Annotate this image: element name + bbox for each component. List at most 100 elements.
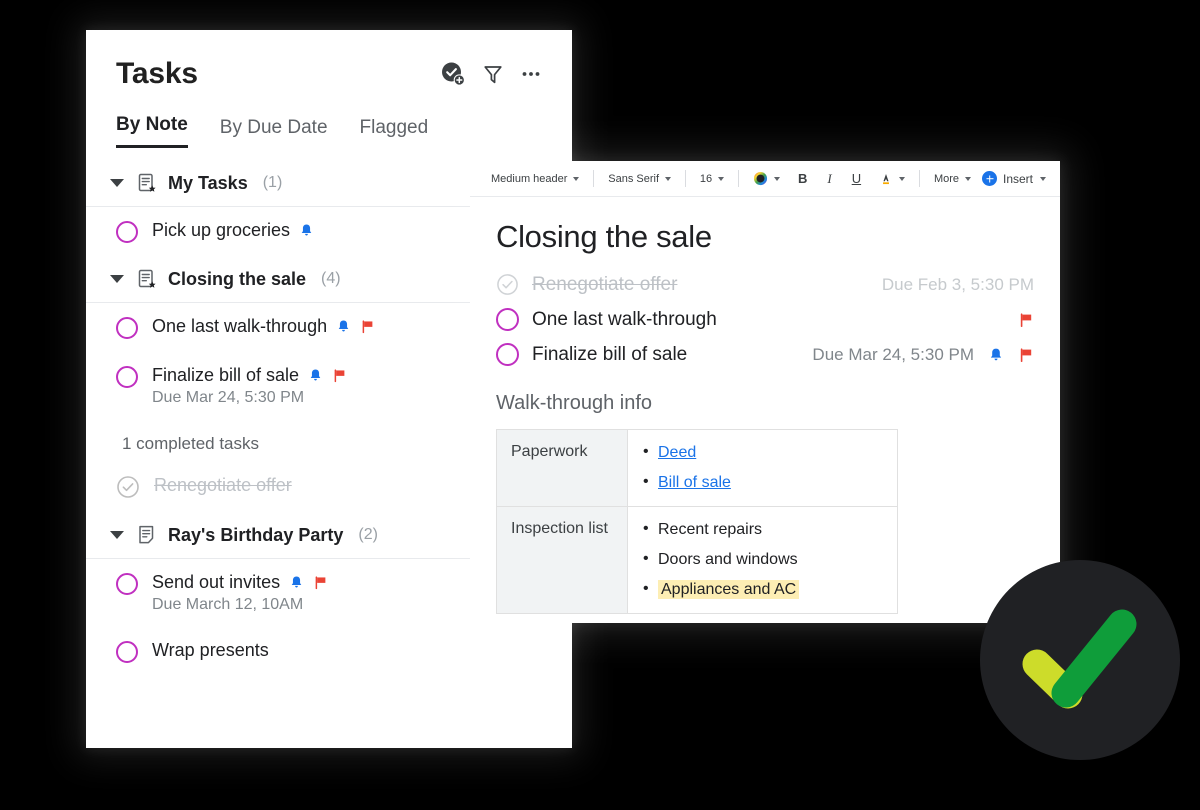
page-title: Tasks bbox=[116, 57, 198, 90]
task-title: Send out invites bbox=[152, 572, 281, 592]
task-due-date: Due March 12, 10AM bbox=[152, 596, 304, 613]
more-label: More bbox=[933, 172, 959, 185]
task-checkbox[interactable] bbox=[116, 221, 138, 243]
chevron-down-icon bbox=[899, 176, 906, 181]
note-task-title: Renegotiate offer bbox=[532, 273, 678, 295]
italic-button[interactable]: I bbox=[818, 169, 840, 188]
tab-by-due-date[interactable]: By Due Date bbox=[220, 117, 328, 148]
list-item: Bill of sale bbox=[642, 472, 883, 493]
flag-icon bbox=[334, 369, 345, 383]
tab-by-note[interactable]: By Note bbox=[116, 114, 188, 148]
task-checkbox-checked[interactable] bbox=[496, 273, 519, 296]
task-title: Wrap presents bbox=[152, 640, 269, 660]
table-row: Inspection list Recent repairs Doors and… bbox=[496, 506, 898, 614]
task-title: Renegotiate offer bbox=[154, 475, 292, 495]
task-row[interactable]: Wrap presents bbox=[86, 627, 572, 676]
filter-icon[interactable] bbox=[482, 63, 504, 85]
font-family-select[interactable]: Sans Serif bbox=[601, 169, 678, 189]
bold-button[interactable]: B bbox=[789, 169, 816, 188]
note-content: Closing the sale Renegotiate offer Due F… bbox=[470, 197, 1060, 614]
task-checkbox[interactable] bbox=[116, 317, 138, 339]
list-item: Deed bbox=[642, 442, 883, 463]
flag-icon bbox=[315, 576, 326, 590]
task-checkbox[interactable] bbox=[496, 308, 519, 331]
task-title-line: Renegotiate offer bbox=[154, 475, 292, 496]
reminder-bell-icon bbox=[990, 348, 1002, 360]
task-checkbox[interactable] bbox=[116, 641, 138, 663]
bullet-list: Deed Bill of sale bbox=[642, 442, 883, 493]
table-row-key: Inspection list bbox=[496, 506, 628, 614]
note-icon bbox=[139, 525, 154, 544]
task-checkbox-checked[interactable] bbox=[116, 475, 140, 499]
insert-label: Insert bbox=[1003, 171, 1034, 186]
task-group-name: Ray's Birthday Party bbox=[168, 524, 344, 545]
toolbar-separator bbox=[685, 170, 686, 187]
task-checkbox[interactable] bbox=[116, 573, 138, 595]
note-task-row[interactable]: Renegotiate offer Due Feb 3, 5:30 PM bbox=[496, 273, 1034, 296]
task-title-line: Send out invites bbox=[152, 572, 328, 593]
text-color-picker[interactable] bbox=[746, 167, 787, 190]
task-checkbox[interactable] bbox=[496, 343, 519, 366]
task-content: Wrap presents bbox=[152, 640, 269, 661]
task-content: Renegotiate offer bbox=[154, 475, 292, 496]
note-starred-icon bbox=[138, 173, 156, 192]
task-checkbox[interactable] bbox=[116, 366, 138, 388]
flag-icon bbox=[362, 320, 373, 334]
plus-circle-icon bbox=[982, 171, 997, 186]
more-formatting-menu[interactable]: More bbox=[927, 169, 978, 189]
chevron-down-icon bbox=[665, 176, 672, 181]
header-actions bbox=[440, 61, 542, 87]
table-row-value: Deed Bill of sale bbox=[627, 429, 898, 507]
chevron-down-icon bbox=[773, 176, 780, 181]
task-content: Finalize bill of sale Due Mar 24, 5:30 P… bbox=[152, 365, 347, 407]
font-size-value: 16 bbox=[699, 172, 713, 185]
underline-button[interactable]: U bbox=[843, 169, 870, 188]
paragraph-style-select[interactable]: Medium header bbox=[484, 169, 586, 189]
note-editor-panel: Medium header Sans Serif 16 B I U More I… bbox=[470, 161, 1060, 623]
reminder-bell-icon bbox=[310, 369, 321, 381]
task-group-name: Closing the sale bbox=[168, 268, 307, 289]
checkmark-badge bbox=[980, 560, 1180, 760]
task-content: One last walk-through bbox=[152, 316, 375, 337]
walk-through-info-table: Paperwork Deed Bill of sale Inspection l… bbox=[496, 429, 898, 614]
chevron-down-icon bbox=[965, 176, 971, 181]
task-group-count: (4) bbox=[321, 270, 341, 287]
tab-flagged[interactable]: Flagged bbox=[360, 117, 429, 148]
font-family-value: Sans Serif bbox=[608, 172, 660, 185]
task-title-line: Finalize bill of sale bbox=[152, 365, 347, 386]
editor-toolbar: Medium header Sans Serif 16 B I U More I… bbox=[470, 161, 1060, 197]
task-title-line: One last walk-through bbox=[152, 316, 375, 337]
note-task-row[interactable]: Finalize bill of sale Due Mar 24, 5:30 P… bbox=[496, 343, 1034, 366]
toolbar-separator bbox=[738, 170, 739, 187]
more-options-icon[interactable] bbox=[520, 63, 542, 85]
chevron-down-icon[interactable] bbox=[110, 179, 124, 187]
list-item: Appliances and AC bbox=[642, 579, 883, 600]
task-group-count: (1) bbox=[262, 174, 283, 191]
reminder-bell-icon bbox=[338, 320, 349, 332]
highlighted-text: Appliances and AC bbox=[658, 580, 800, 599]
task-title-line: Wrap presents bbox=[152, 640, 269, 661]
paragraph-style-value: Medium header bbox=[491, 172, 568, 185]
chevron-down-icon bbox=[573, 176, 580, 181]
list-item: Doors and windows bbox=[642, 549, 883, 570]
chevron-down-icon[interactable] bbox=[110, 531, 124, 539]
add-task-icon[interactable] bbox=[440, 61, 466, 87]
chevron-down-icon[interactable] bbox=[110, 275, 124, 283]
task-due-date: Due Mar 24, 5:30 PM bbox=[152, 389, 305, 406]
table-row-key: Paperwork bbox=[496, 429, 628, 507]
color-wheel-icon bbox=[753, 171, 768, 186]
tasks-tabs: By Note By Due Date Flagged bbox=[86, 92, 572, 148]
font-size-select[interactable]: 16 bbox=[693, 169, 731, 189]
toolbar-separator bbox=[919, 170, 920, 187]
chevron-down-icon bbox=[1040, 176, 1047, 181]
note-task-title: Finalize bill of sale bbox=[532, 343, 688, 365]
link-deed[interactable]: Deed bbox=[658, 444, 696, 461]
note-task-due: Due Feb 3, 5:30 PM bbox=[881, 274, 1034, 294]
list-item: Recent repairs bbox=[642, 519, 883, 540]
link-bill-of-sale[interactable]: Bill of sale bbox=[658, 474, 731, 491]
note-title[interactable]: Closing the sale bbox=[496, 219, 1034, 255]
note-task-title: One last walk-through bbox=[532, 308, 717, 330]
insert-button[interactable]: Insert bbox=[982, 171, 1047, 186]
highlight-button[interactable] bbox=[872, 168, 912, 190]
note-task-row[interactable]: One last walk-through bbox=[496, 308, 1034, 331]
